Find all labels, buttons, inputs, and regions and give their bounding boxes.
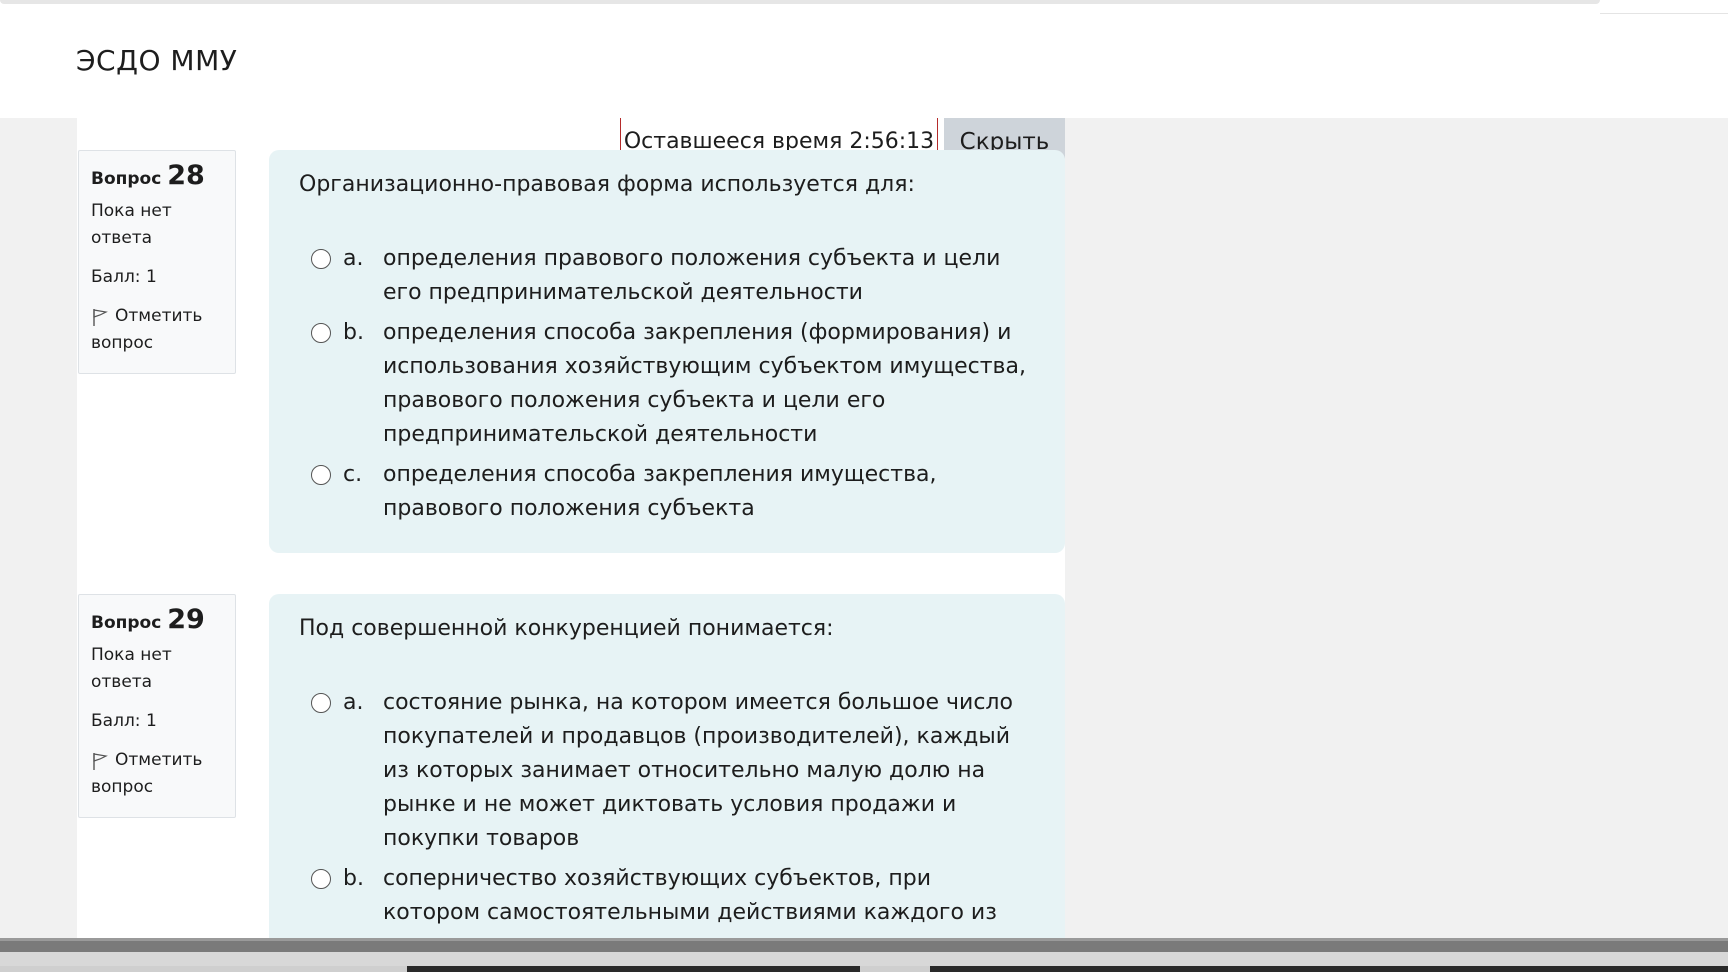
flag-label-line2[interactable]: вопрос (91, 774, 223, 801)
question-mark: Балл: 1 (91, 711, 157, 731)
answer-letter: a. (343, 690, 364, 715)
question-info-29: Вопрос 29 Пока нет ответа Балл: 1 Отмети… (78, 594, 236, 818)
question-text: Организационно-правовая форма использует… (299, 172, 915, 197)
answer-option-c[interactable]: c. определения способа закрепления имуще… (299, 458, 1035, 526)
answer-option-b[interactable]: b. соперничество хозяйствующих субъектов… (299, 862, 1035, 938)
question-status: Пока нет ответа (91, 645, 172, 692)
question-heading: Вопрос 29 (91, 605, 223, 638)
scrollbar-highlight (0, 938, 1728, 941)
browser-address-bar-edge (0, 0, 1600, 4)
radio-button[interactable] (311, 465, 331, 485)
answer-option-a[interactable]: a. определения правового положения субъе… (299, 242, 1035, 310)
radio-button[interactable] (311, 323, 331, 343)
radio-button[interactable] (311, 693, 331, 713)
answer-option-a[interactable]: a. состояние рынка, на котором имеется б… (299, 686, 1035, 856)
radio-button[interactable] (311, 869, 331, 889)
question-info-28: Вопрос 28 Пока нет ответа Балл: 1 Отмети… (78, 150, 236, 374)
answer-text[interactable]: состояние рынка, на котором имеется боль… (383, 686, 1033, 856)
question-number: 28 (167, 160, 205, 191)
question-text: Под совершенной конкуренцией понимается: (299, 616, 834, 641)
header-divider (1600, 13, 1728, 14)
question-content-29: Под совершенной конкуренцией понимается:… (269, 594, 1065, 938)
answer-letter: a. (343, 246, 364, 271)
question-mark: Балл: 1 (91, 267, 157, 287)
question-heading: Вопрос 28 (91, 161, 223, 194)
bottom-strip (0, 952, 1728, 966)
question-label: Вопрос (91, 613, 162, 633)
question-content-28: Организационно-правовая форма использует… (269, 150, 1065, 553)
answer-text[interactable]: определения способа закрепления (формиро… (383, 316, 1033, 452)
answer-text[interactable]: определения способа закрепления имуществ… (383, 458, 1033, 526)
question-label: Вопрос (91, 169, 162, 189)
taskbar-segment (407, 966, 860, 972)
taskbar-segment (930, 966, 1728, 972)
flag-question-link[interactable]: Отметить вопрос (91, 303, 223, 357)
flag-label[interactable]: Отметить (115, 303, 202, 330)
answer-letter: b. (343, 866, 364, 891)
flag-label-line2[interactable]: вопрос (91, 330, 223, 357)
answer-letter: c. (343, 462, 363, 487)
flag-question-link[interactable]: Отметить вопрос (91, 747, 223, 801)
question-status: Пока нет ответа (91, 201, 172, 248)
site-title[interactable]: ЭСДО ММУ (76, 44, 237, 77)
answer-letter: b. (343, 320, 364, 345)
answer-text[interactable]: соперничество хозяйствующих субъектов, п… (383, 862, 1033, 938)
flag-icon (91, 751, 109, 771)
flag-icon (91, 307, 109, 327)
flag-label[interactable]: Отметить (115, 747, 202, 774)
answer-option-b[interactable]: b. определения способа закрепления (форм… (299, 316, 1035, 452)
answer-text[interactable]: определения правового положения субъекта… (383, 242, 1033, 310)
site-header: ЭСДО ММУ (0, 0, 1728, 118)
radio-button[interactable] (311, 249, 331, 269)
question-number: 29 (167, 604, 205, 635)
